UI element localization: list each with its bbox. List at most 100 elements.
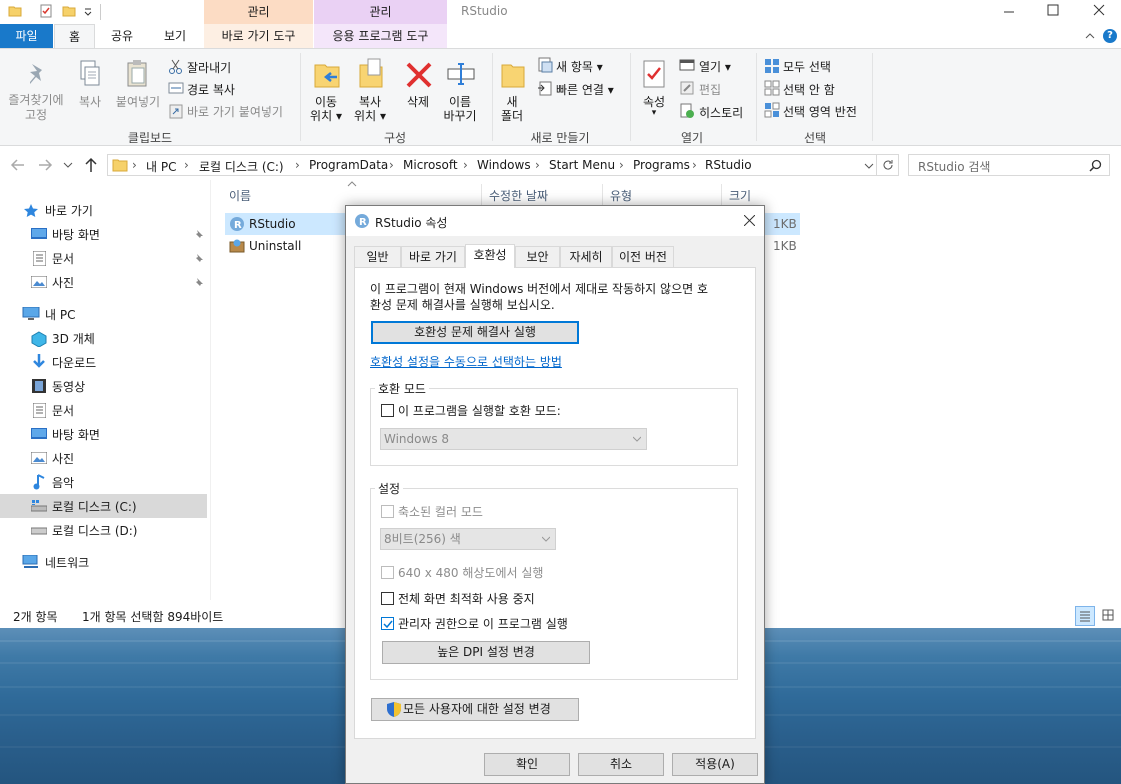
open-button[interactable]: 열기 ▾ <box>699 58 731 75</box>
nav-network[interactable]: 네트워크 <box>0 550 207 574</box>
tab-compatibility[interactable]: 호환성 <box>465 244 515 268</box>
properties-dropdown-icon[interactable]: ▾ <box>634 108 674 118</box>
breadcrumb-microsoft[interactable]: Microsoft <box>403 158 458 172</box>
nav-quick-pictures[interactable]: 사진 <box>0 270 207 294</box>
maximize-icon[interactable] <box>1047 4 1059 16</box>
cancel-button[interactable]: 취소 <box>578 753 664 776</box>
nav-this-pc[interactable]: 내 PC <box>0 302 207 326</box>
tab-shortcut-tools[interactable]: 바로 가기 도구 <box>204 24 313 48</box>
tab-details[interactable]: 자세히 <box>560 246 612 267</box>
new-item-button[interactable]: 새 항목 ▾ <box>556 58 603 75</box>
tab-share[interactable]: 공유 <box>101 24 143 48</box>
copy-to-button[interactable]: 위치 ▾ <box>350 107 390 124</box>
nav-documents[interactable]: 문서 <box>0 398 207 422</box>
pin-quick-access-button[interactable]: 즐겨찾기에 고정 <box>4 93 68 123</box>
nav-pictures[interactable]: 사진 <box>0 446 207 470</box>
tab-view[interactable]: 보기 <box>153 24 197 48</box>
context-tab-shortcut-manage: 관리 <box>204 0 313 24</box>
search-box[interactable]: RStudio 검색 <box>908 154 1110 176</box>
nav-3d-objects[interactable]: 3D 개체 <box>0 326 207 350</box>
tab-previous-versions[interactable]: 이전 버전 <box>612 246 674 267</box>
column-header-size[interactable]: 크기 <box>729 187 751 204</box>
settings-title: 설정 <box>375 480 404 497</box>
res-640-checkbox[interactable] <box>381 566 394 579</box>
close-icon[interactable] <box>744 215 755 226</box>
select-none-button[interactable]: 선택 안 함 <box>783 81 835 98</box>
cut-button[interactable]: 잘라내기 <box>187 59 231 76</box>
select-all-button[interactable]: 모두 선택 <box>783 58 831 75</box>
column-header-name[interactable]: 이름 <box>229 187 251 204</box>
forward-arrow-icon[interactable] <box>37 158 53 172</box>
large-icons-view-button[interactable] <box>1099 606 1119 626</box>
documents-icon <box>33 403 46 418</box>
nav-c-drive[interactable]: 로컬 디스크 (C:) <box>0 494 207 518</box>
ok-button[interactable]: 확인 <box>484 753 570 776</box>
run-troubleshooter-button[interactable]: 호환성 문제 해결사 실행 <box>371 321 579 344</box>
history-button[interactable]: 히스토리 <box>699 104 743 121</box>
copy-path-button[interactable]: 경로 복사 <box>187 81 235 98</box>
reduced-color-checkbox[interactable] <box>381 505 394 518</box>
collapse-ribbon-icon[interactable] <box>1085 32 1095 40</box>
close-icon[interactable] <box>1093 4 1105 16</box>
customize-qat-icon[interactable] <box>83 4 93 18</box>
help-icon[interactable]: ? <box>1103 29 1117 43</box>
tab-file[interactable]: 파일 <box>0 24 53 48</box>
refresh-button[interactable] <box>877 154 899 176</box>
tab-home[interactable]: 홈 <box>54 24 95 48</box>
svg-text:R: R <box>234 220 242 231</box>
color-mode-select[interactable]: 8비트(256) 색 <box>380 528 556 550</box>
address-bar[interactable]: › 내 PC › 로컬 디스크 (C:) › ProgramData › Mic… <box>107 154 877 176</box>
nav-music[interactable]: 음악 <box>0 470 207 494</box>
edit-button[interactable]: 편집 <box>699 81 721 98</box>
all-users-settings-button[interactable]: 모든 사용자에 대한 설정 변경 <box>371 698 579 721</box>
move-to-button[interactable]: 위치 ▾ <box>306 107 346 124</box>
nav-videos[interactable]: 동영상 <box>0 374 207 398</box>
open-label: 열기 <box>699 60 722 74</box>
new-folder-qat-icon[interactable] <box>62 4 76 18</box>
invert-selection-button[interactable]: 선택 영역 반전 <box>783 103 857 120</box>
breadcrumb-c-drive[interactable]: 로컬 디스크 (C:) <box>199 158 284 175</box>
breadcrumb-programdata[interactable]: ProgramData <box>309 158 388 172</box>
address-dropdown-icon[interactable] <box>864 162 874 170</box>
run-as-admin-checkbox[interactable] <box>381 617 394 630</box>
tab-shortcut[interactable]: 바로 가기 <box>401 246 465 267</box>
nav-label: 내 PC <box>45 308 76 322</box>
tab-general[interactable]: 일반 <box>354 246 401 267</box>
nav-downloads[interactable]: 다운로드 <box>0 350 207 374</box>
high-dpi-button[interactable]: 높은 DPI 설정 변경 <box>382 641 590 664</box>
apply-button[interactable]: 적용(A) <box>672 753 758 776</box>
copy-button[interactable]: 복사 <box>74 93 106 110</box>
delete-button[interactable]: 삭제 <box>398 93 438 110</box>
nav-d-drive[interactable]: 로컬 디스크 (D:) <box>0 518 207 542</box>
compatibility-panel: 이 프로그램이 현재 Windows 버전에서 제대로 작동하지 않으면 호 환… <box>354 267 756 739</box>
nav-desktop[interactable]: 바탕 화면 <box>0 422 207 446</box>
breadcrumb-start-menu[interactable]: Start Menu <box>549 158 615 172</box>
breadcrumb-this-pc[interactable]: 내 PC <box>146 158 176 175</box>
nav-quick-access[interactable]: 바로 가기 <box>0 198 207 222</box>
breadcrumb-programs[interactable]: Programs <box>633 158 690 172</box>
compat-mode-select[interactable]: Windows 8 <box>380 428 647 450</box>
paste-shortcut-button[interactable]: 바로 가기 붙여넣기 <box>187 103 283 120</box>
disable-fullscreen-opt-checkbox[interactable] <box>381 592 394 605</box>
manual-settings-link[interactable]: 호환성 설정을 수동으로 선택하는 방법 <box>370 353 562 370</box>
rename-button[interactable]: 바꾸기 <box>438 107 482 124</box>
column-header-type[interactable]: 유형 <box>610 187 632 204</box>
column-header-date[interactable]: 수정한 날짜 <box>489 187 548 204</box>
paste-button[interactable]: 붙여넣기 <box>112 93 164 110</box>
easy-access-button[interactable]: 빠른 연결 ▾ <box>556 81 614 98</box>
breadcrumb-windows[interactable]: Windows <box>477 158 531 172</box>
minimize-icon[interactable] <box>1003 6 1015 18</box>
tab-application-tools[interactable]: 응용 프로그램 도구 <box>314 24 447 48</box>
tab-security[interactable]: 보안 <box>515 246 560 267</box>
new-folder-button[interactable]: 폴더 <box>495 107 529 124</box>
properties-qat-icon[interactable] <box>39 4 53 18</box>
nav-quick-desktop[interactable]: 바탕 화면 <box>0 222 207 246</box>
nav-quick-documents[interactable]: 문서 <box>0 246 207 270</box>
recent-locations-icon[interactable] <box>63 161 73 169</box>
back-arrow-icon[interactable] <box>10 158 26 172</box>
breadcrumb-rstudio[interactable]: RStudio <box>705 158 752 172</box>
up-arrow-icon[interactable] <box>84 157 98 173</box>
compat-mode-checkbox[interactable] <box>381 404 394 417</box>
search-icon[interactable] <box>1089 159 1102 172</box>
details-view-button[interactable] <box>1075 606 1095 626</box>
